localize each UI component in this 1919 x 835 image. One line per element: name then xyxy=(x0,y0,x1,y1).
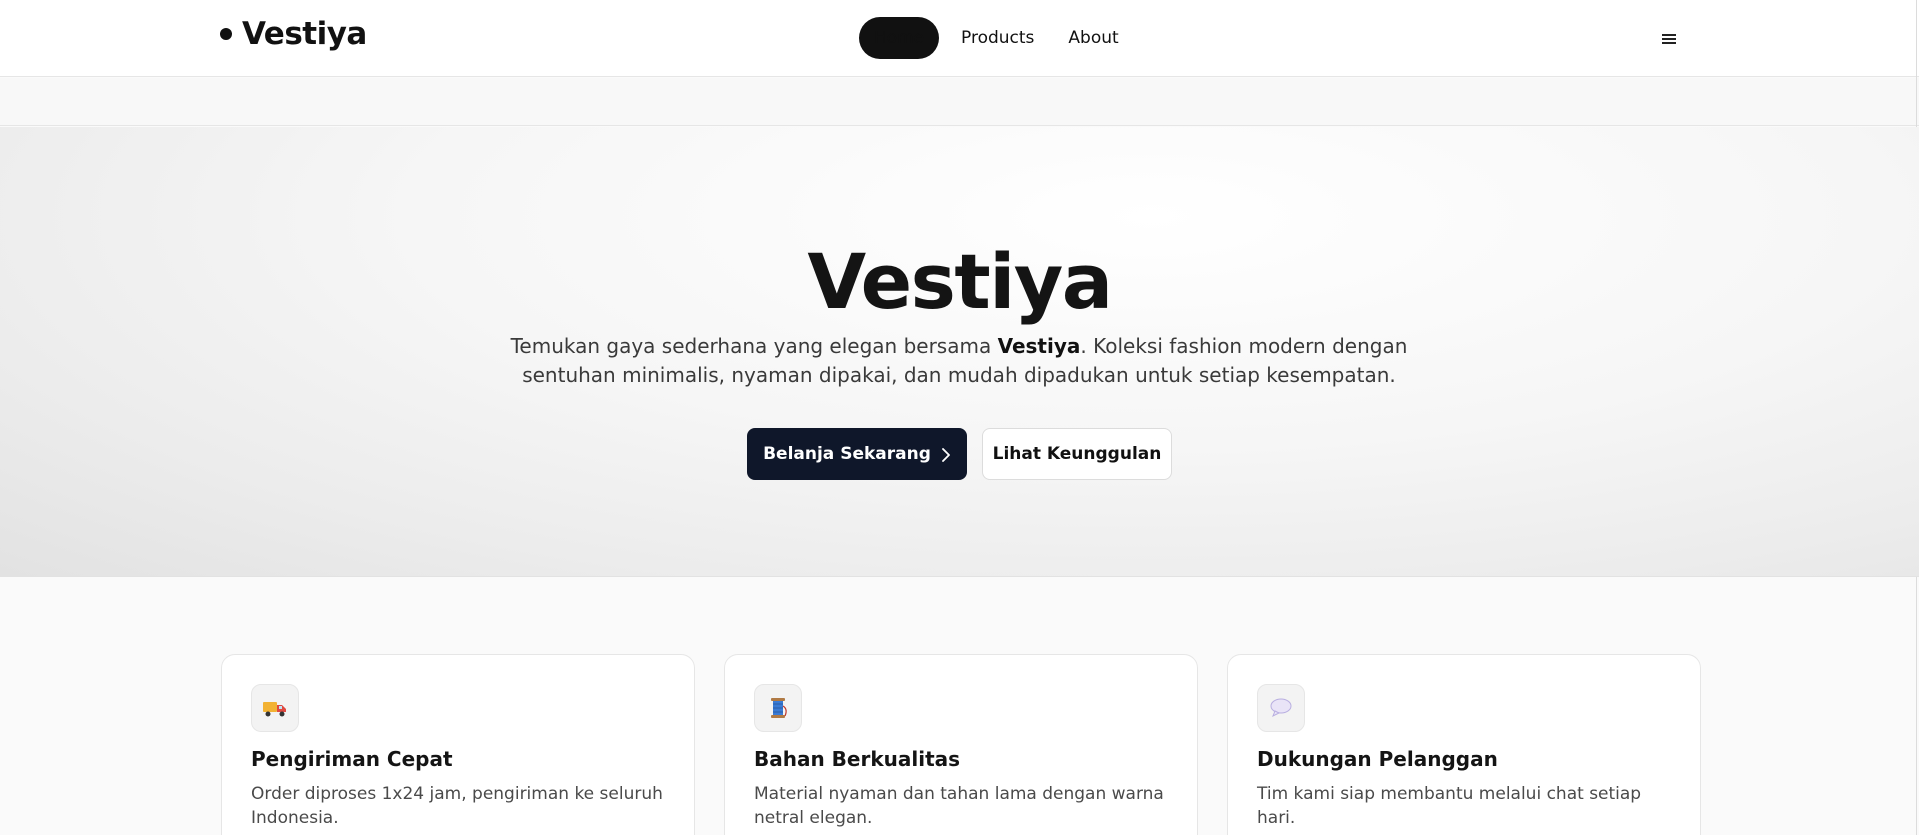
shop-now-label: Belanja Sekarang xyxy=(763,444,931,464)
hero-section: Vestiya Temukan gaya sederhana yang eleg… xyxy=(0,127,1919,577)
feature-title: Dukungan Pelanggan xyxy=(1257,747,1498,771)
nav-home[interactable]: Home xyxy=(859,17,939,59)
feature-description: Material nyaman dan tahan lama dengan wa… xyxy=(754,784,1164,828)
brand-name: Vestiya xyxy=(242,16,367,52)
header-spacer-band xyxy=(0,78,1919,126)
hero-actions: Belanja Sekarang Lihat Keunggulan xyxy=(747,428,1172,480)
speech-bubble-icon xyxy=(1257,684,1305,732)
hero-description: Temukan gaya sederhana yang elegan bersa… xyxy=(509,332,1409,390)
hero-title: Vestiya xyxy=(807,237,1113,326)
view-advantages-button[interactable]: Lihat Keunggulan xyxy=(982,428,1172,480)
feature-card: Dukungan Pelanggan Tim kami siap membant… xyxy=(1227,654,1701,835)
feature-title: Pengiriman Cepat xyxy=(251,747,453,771)
chevron-right-icon xyxy=(941,447,951,462)
nav-about[interactable]: About xyxy=(1056,17,1130,59)
site-header: Vestiya Home Products About xyxy=(0,0,1919,77)
hamburger-menu-icon[interactable] xyxy=(1658,29,1680,49)
feature-title: Bahan Berkualitas xyxy=(754,747,961,771)
feature-card: Pengiriman Cepat Order diproses 1x24 jam… xyxy=(221,654,695,835)
brand-logo[interactable]: Vestiya xyxy=(220,16,367,52)
feature-description: Order diproses 1x24 jam, pengiriman ke s… xyxy=(251,784,663,828)
hero-desc-before: Temukan gaya sederhana yang elegan bersa… xyxy=(510,334,998,358)
features-section: Pengiriman Cepat Order diproses 1x24 jam… xyxy=(221,654,1701,835)
feature-card: Bahan Berkualitas Material nyaman dan ta… xyxy=(724,654,1198,835)
feature-description: Tim kami siap membantu melalui chat seti… xyxy=(1257,784,1642,828)
delivery-truck-icon xyxy=(251,684,299,732)
view-advantages-label: Lihat Keunggulan xyxy=(992,444,1162,464)
hero-desc-brand: Vestiya xyxy=(997,334,1081,358)
thread-spool-icon xyxy=(754,684,802,732)
main-nav: Home Products About xyxy=(859,17,1131,59)
shop-now-button[interactable]: Belanja Sekarang xyxy=(747,428,967,480)
brand-dot-icon xyxy=(220,28,232,40)
nav-products[interactable]: Products xyxy=(949,17,1046,59)
